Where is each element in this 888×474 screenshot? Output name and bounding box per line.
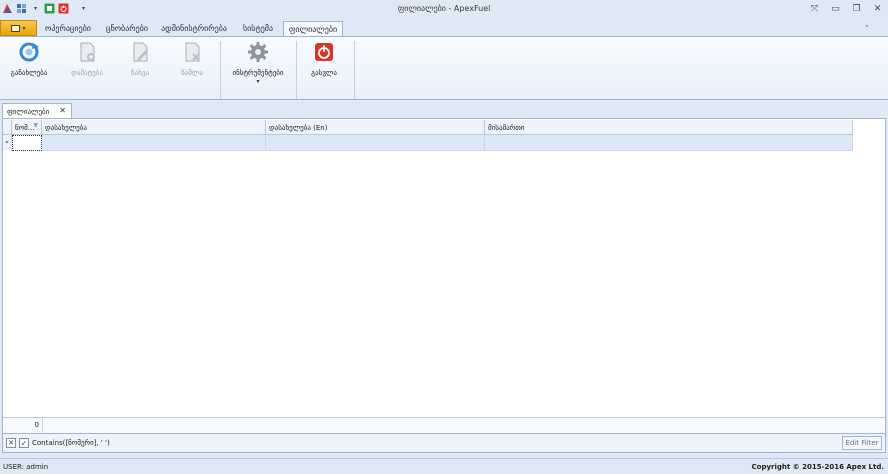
document-tab-bar: ფილიალები ✕ — [0, 101, 888, 119]
tab-administration[interactable]: ადმინისტრირება — [158, 21, 230, 36]
delete-label: წაშლა — [181, 69, 203, 77]
edit-label: ნახვა — [130, 69, 149, 77]
ribbon-separator — [354, 41, 355, 99]
window-title: ფილიალები - ApexFuel — [397, 4, 491, 13]
ribbon-tab-bar: ▾ ოპერაციები ცნობარები ადმინისტრირება სი… — [0, 19, 888, 36]
ribbon-panel: განახლება დამატება ნახვა წაშლა ინსტრუმენ… — [0, 36, 888, 100]
title-bar: ▾ ▾ ფილიალები - ApexFuel ⤧ ▭ ❐ ✕ — [0, 0, 888, 19]
minimize-icon[interactable]: ▭ — [829, 3, 842, 14]
column-header-number[interactable]: ნომ... ▼ — [12, 120, 42, 135]
status-user: USER: admin — [3, 463, 49, 471]
tab-branches[interactable]: ფილიალები — [283, 21, 343, 36]
status-copyright: Copyright © 2015-2016 Apex Ltd. — [751, 463, 885, 471]
cell-number-editor[interactable] — [12, 135, 42, 151]
gear-icon — [247, 41, 269, 63]
ribbon-separator — [296, 41, 297, 99]
app-menu-button[interactable]: ▾ — [0, 20, 37, 36]
window-controls: ⤧ ▭ ❐ ✕ — [808, 3, 884, 14]
column-header-label: ნომ... — [15, 123, 35, 132]
chevron-down-icon: ▾ — [22, 24, 26, 32]
clear-filter-icon[interactable]: ✕ — [6, 438, 16, 448]
add-label: დამატება — [71, 69, 103, 77]
cell-address[interactable] — [485, 135, 853, 151]
new-item-row[interactable]: * — [3, 135, 853, 151]
exit-button[interactable]: გასვლა — [302, 39, 346, 83]
edit-filter-button[interactable]: Edit Filter — [842, 436, 882, 450]
refresh-label: განახლება — [10, 69, 48, 77]
document-tab-label: ფილიალები — [7, 107, 50, 116]
ribbon-collapse-icon[interactable]: ⌃ — [864, 24, 870, 32]
add-button[interactable]: დამატება — [62, 39, 112, 83]
tools-label: ინსტრუმენტები — [232, 69, 284, 77]
restore-icon[interactable]: ❐ — [850, 3, 863, 14]
column-header-name-en[interactable]: დასახელება (En) — [266, 120, 485, 135]
status-bar: USER: admin Copyright © 2015-2016 Apex L… — [0, 458, 888, 474]
ribbon-separator — [220, 41, 221, 99]
tools-button[interactable]: ინსტრუმენტები ▾ — [224, 39, 292, 85]
row-indicator-header — [3, 120, 12, 135]
new-row-indicator: * — [3, 135, 12, 151]
close-icon[interactable]: ✕ — [871, 3, 884, 14]
tab-system[interactable]: სისტემა — [236, 21, 280, 36]
edit-button[interactable]: ნახვა — [118, 39, 162, 83]
cell-name-en[interactable] — [266, 135, 485, 151]
exit-label: გასვლა — [311, 69, 337, 77]
grid-footer: 0 — [3, 417, 885, 433]
edit-document-icon — [129, 41, 151, 63]
column-header-address[interactable]: მისამართი — [485, 120, 853, 135]
filter-panel: ✕ ✓ Contains([ნომერი], ' ') Edit Filter — [2, 434, 886, 453]
filter-enabled-checkbox[interactable]: ✓ — [19, 438, 29, 448]
delete-document-icon — [181, 41, 203, 63]
app-menu-icon — [11, 24, 21, 32]
tab-directories[interactable]: ცნობარები — [100, 21, 154, 36]
delete-button[interactable]: წაშლა — [170, 39, 214, 83]
branches-grid: ნომ... ▼ დასახელება დასახელება (En) მისა… — [2, 118, 886, 434]
grid-header: ნომ... ▼ დასახელება დასახელება (En) მისა… — [3, 120, 853, 135]
close-tab-icon[interactable]: ✕ — [59, 106, 66, 115]
refresh-button[interactable]: განახლება — [6, 39, 52, 83]
filter-expression[interactable]: Contains([ნომერი], ' ') — [32, 439, 110, 447]
tab-operations[interactable]: ოპერაციები — [41, 21, 95, 36]
power-icon — [313, 41, 335, 63]
document-tab-branches[interactable]: ფილიალები ✕ — [2, 103, 72, 119]
column-header-name[interactable]: დასახელება — [42, 120, 266, 135]
filter-icon[interactable]: ▼ — [33, 122, 38, 129]
cell-name[interactable] — [42, 135, 266, 151]
refresh-icon — [18, 41, 40, 63]
resize-icon[interactable]: ⤧ — [808, 3, 821, 14]
chevron-down-icon: ▾ — [256, 78, 260, 85]
row-count: 0 — [3, 418, 43, 433]
add-document-icon — [76, 41, 98, 63]
